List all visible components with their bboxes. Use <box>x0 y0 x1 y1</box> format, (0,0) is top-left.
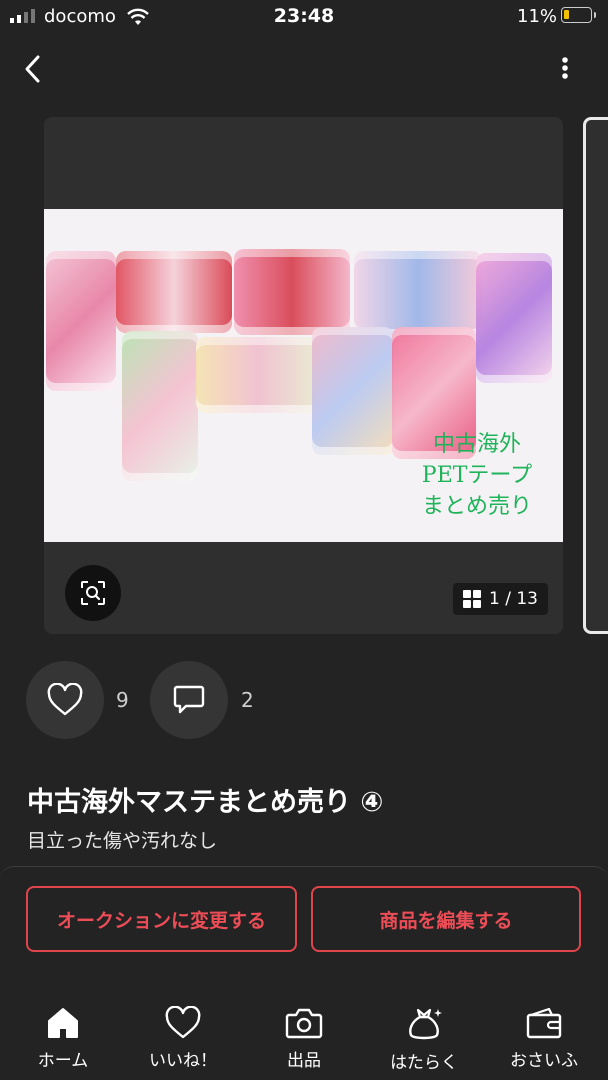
image-counter: 1 / 13 <box>453 583 548 615</box>
likes-count: 9 <box>116 688 129 712</box>
grid-icon <box>463 590 481 608</box>
product-title: 中古海外マステまとめ売り ④ <box>27 787 384 818</box>
tab-work-label: はたらく <box>390 1053 458 1073</box>
tab-sell[interactable]: 出品 <box>254 1006 354 1076</box>
edit-item-button[interactable]: 商品を編集する <box>311 886 581 952</box>
like-button[interactable] <box>26 661 104 739</box>
back-icon[interactable] <box>22 54 44 84</box>
next-image-thumbnail[interactable] <box>583 117 608 634</box>
product-condition: 目立った傷や汚れなし <box>27 830 218 852</box>
change-to-auction-button[interactable]: オークションに変更する <box>26 886 297 952</box>
zoom-scan-icon <box>81 581 105 605</box>
image-counter-text: 1 / 13 <box>489 589 538 609</box>
tape-roll <box>234 249 350 335</box>
battery-icon <box>561 7 596 23</box>
money-bag-icon <box>409 1008 442 1040</box>
heart-icon <box>165 1006 201 1039</box>
tape-roll <box>122 331 198 481</box>
camera-icon <box>285 1008 323 1039</box>
tape-roll <box>312 327 394 455</box>
product-photo[interactable]: 中古海外 PETテープ まとめ売り <box>44 209 563 542</box>
more-options-icon[interactable] <box>556 55 574 83</box>
tab-wallet-label: おさいふ <box>510 1051 578 1071</box>
tab-likes[interactable]: いいね！ <box>133 1006 233 1076</box>
zoom-button[interactable] <box>65 565 121 621</box>
wallet-icon <box>526 1007 562 1039</box>
comment-icon <box>173 685 205 714</box>
battery-percentage: 11% <box>517 6 558 27</box>
product-image-carousel[interactable]: 中古海外 PETテープ まとめ売り 1 / 13 <box>44 117 563 634</box>
tab-work[interactable]: はたらく <box>374 1006 474 1076</box>
tape-roll <box>476 253 552 383</box>
tape-roll <box>196 337 320 413</box>
tab-home[interactable]: ホーム <box>13 1006 113 1076</box>
home-icon <box>48 1008 78 1038</box>
tab-home-label: ホーム <box>37 1051 89 1071</box>
comment-button[interactable] <box>150 661 228 739</box>
photo-caption: 中古海外 PETテープ まとめ売り <box>421 432 533 519</box>
tab-likes-label: いいね！ <box>149 1051 217 1071</box>
tab-sell-label: 出品 <box>287 1051 321 1071</box>
tape-roll <box>116 251 232 333</box>
tape-roll <box>46 251 116 391</box>
tab-wallet[interactable]: おさいふ <box>494 1006 594 1076</box>
tape-roll <box>354 251 482 337</box>
comments-count: 2 <box>241 688 254 712</box>
heart-icon <box>47 683 83 716</box>
status-bar: docomo 23:48 11% <box>0 0 608 34</box>
